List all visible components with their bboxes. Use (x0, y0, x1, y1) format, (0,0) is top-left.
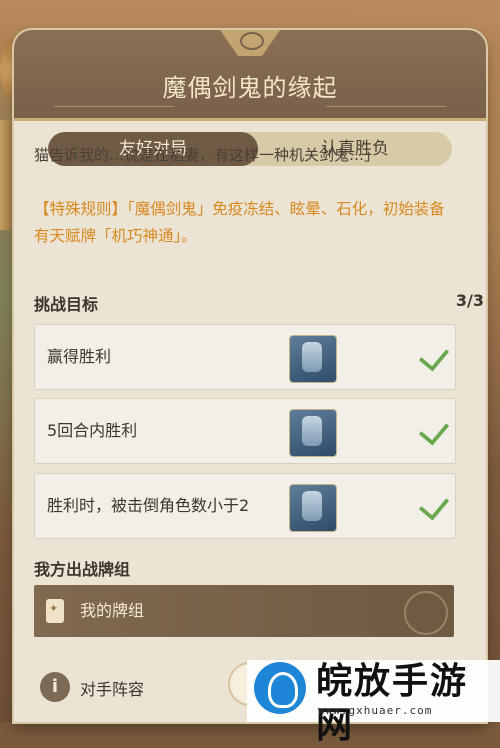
info-icon[interactable]: i (40, 672, 70, 702)
card-icon[interactable] (289, 335, 337, 383)
goal-row: 赢得胜利 (34, 324, 456, 390)
card-icon[interactable] (289, 484, 337, 532)
challenge-heading: 挑战目标 (34, 295, 99, 314)
card-art (302, 342, 322, 372)
crest-ring (240, 32, 264, 50)
my-deck-button[interactable]: 我的牌组 (34, 585, 454, 637)
deck-card-icon (46, 599, 64, 623)
intro-text: 猫告诉我的…说是在稻妻，有这样一种机关剑鬼…」 (34, 146, 380, 164)
opponent-lineup-label[interactable]: 对手阵容 (80, 676, 144, 700)
goal-row: 胜利时，被击倒角色数小于2 (34, 473, 456, 539)
deck-heading: 我方出战牌组 (34, 560, 131, 579)
watermark-logo-icon (254, 662, 306, 714)
check-icon (418, 340, 450, 372)
challenge-count: 3/3 (455, 291, 484, 310)
title-divider-left (54, 106, 174, 107)
card-art (302, 491, 322, 521)
deck-decoration (404, 591, 448, 635)
my-deck-label: 我的牌组 (80, 601, 145, 620)
panel-header: 魔偶剑鬼的缘起 (14, 30, 486, 121)
card-icon[interactable] (289, 409, 337, 457)
goal-text: 胜利时，被击倒角色数小于2 (47, 496, 250, 515)
check-icon (418, 489, 450, 521)
goal-text: 赢得胜利 (47, 347, 112, 366)
goal-row: 5回合内胜利 (34, 398, 456, 464)
panel-title: 魔偶剑鬼的缘起 (162, 74, 338, 102)
title-divider-right (326, 106, 446, 107)
check-icon (418, 414, 450, 446)
special-rule-text: 【特殊规则】「魔偶剑鬼」免疫冻结、眩晕、石化，初始装备有天赋牌「机巧神通」。 (34, 200, 445, 245)
goal-text: 5回合内胜利 (47, 421, 138, 440)
watermark-url: www.gxhuaer.com (318, 704, 433, 717)
card-art (302, 416, 322, 446)
